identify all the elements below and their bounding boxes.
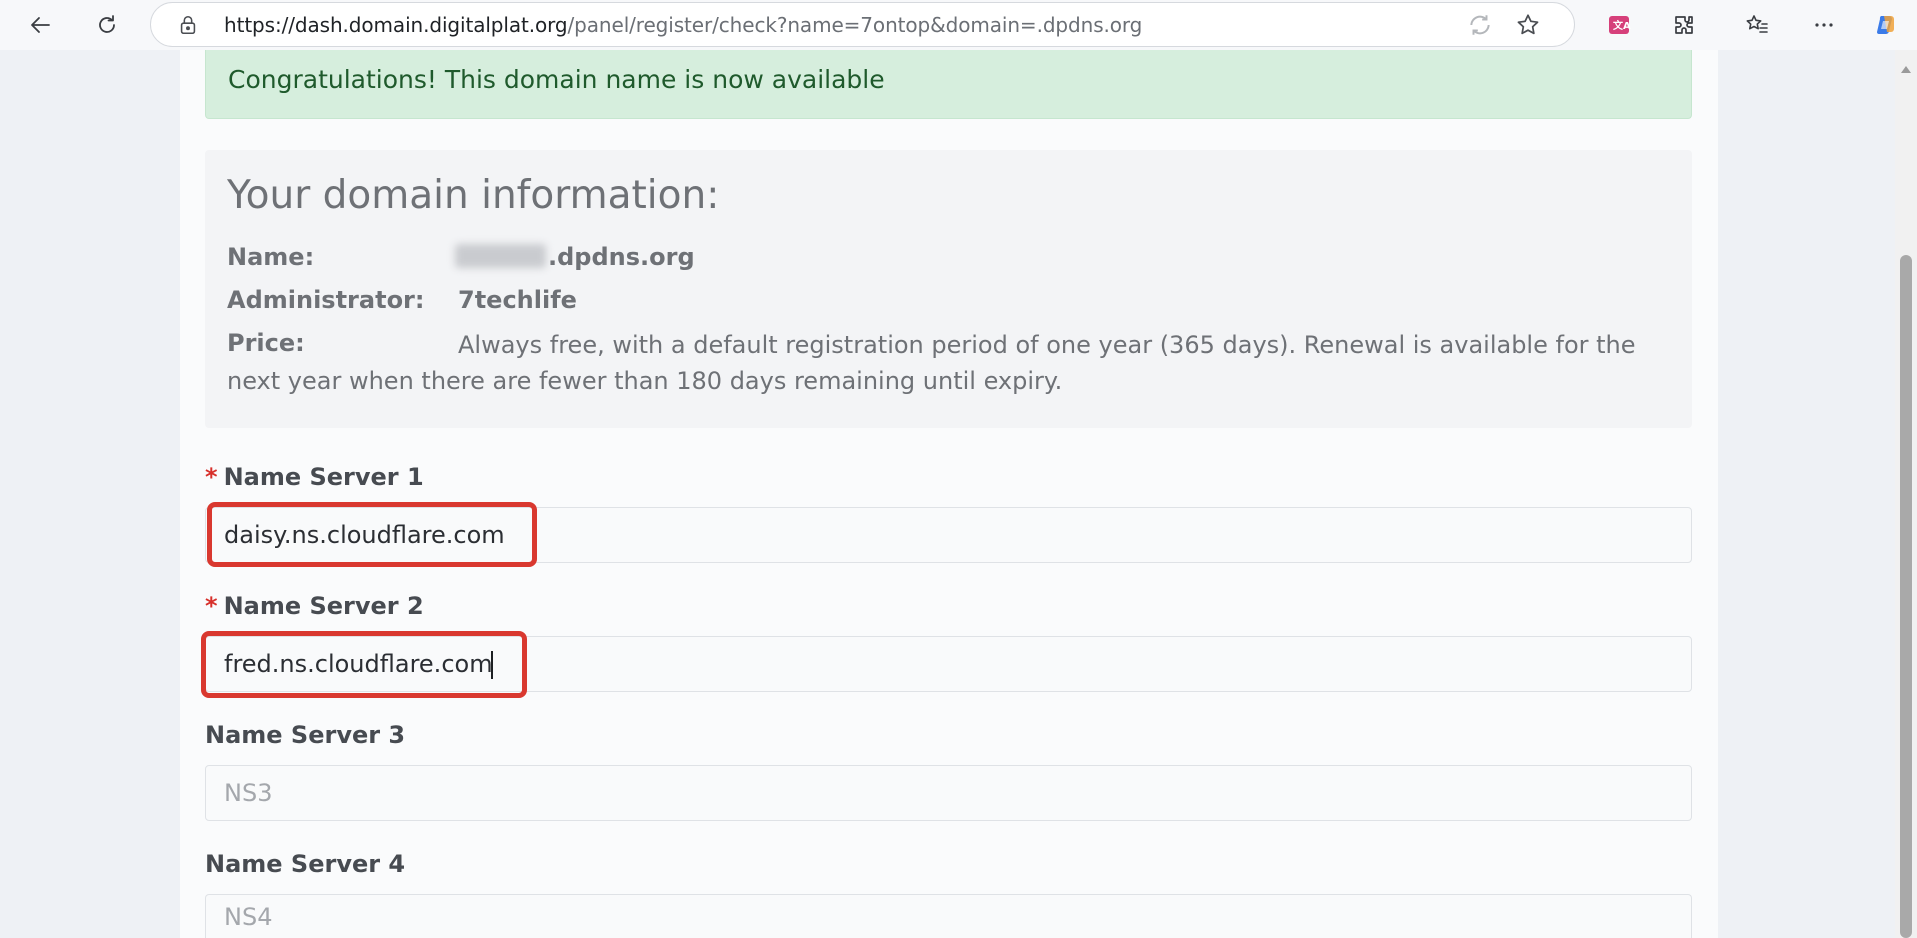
address-bar[interactable]: https://dash.domain.digitalplat.org/pane… xyxy=(150,2,1575,47)
copilot-icon[interactable] xyxy=(1867,6,1905,44)
domain-info-box: Your domain information: Name: .dpdns.or… xyxy=(205,150,1692,428)
translate-icon[interactable]: 文A xyxy=(1600,6,1638,44)
administrator-value: 7techlife xyxy=(458,286,577,314)
ns4-label: Name Server 4 xyxy=(205,850,406,878)
domain-suffix: .dpdns.org xyxy=(548,243,695,271)
required-mark: * xyxy=(205,463,218,491)
blurred-name xyxy=(455,244,546,268)
success-message: Congratulations! This domain name is now… xyxy=(228,65,885,94)
administrator-label: Administrator: xyxy=(227,286,425,314)
scrollbar-thumb[interactable] xyxy=(1900,255,1912,938)
ns2-input[interactable] xyxy=(205,636,1692,692)
text-caret xyxy=(491,651,493,679)
name-label: Name: xyxy=(227,243,315,271)
ns2-label: * Name Server 2 xyxy=(205,592,424,620)
browser-toolbar: https://dash.domain.digitalplat.org/pane… xyxy=(0,0,1917,50)
ns4-input[interactable] xyxy=(205,894,1692,938)
ns1-label: * Name Server 1 xyxy=(205,463,424,491)
scroll-up-arrow-icon[interactable] xyxy=(1901,66,1911,73)
domain-info-title: Your domain information: xyxy=(227,173,720,218)
ns1-label-text: Name Server 1 xyxy=(223,463,424,491)
required-mark: * xyxy=(205,592,218,620)
svg-text:文A: 文A xyxy=(1613,19,1631,32)
page-scrollbar[interactable] xyxy=(1895,50,1917,938)
success-alert: Congratulations! This domain name is now… xyxy=(205,50,1692,119)
tracking-prevention-icon[interactable] xyxy=(1467,12,1493,38)
refresh-icon[interactable] xyxy=(88,6,126,44)
lock-icon[interactable] xyxy=(177,14,199,36)
ns3-label: Name Server 3 xyxy=(205,721,406,749)
url-path: /panel/register/check?name=7ontop&domain… xyxy=(567,13,1143,37)
more-icon[interactable] xyxy=(1805,6,1843,44)
price-value: Always free, with a default registration… xyxy=(227,331,1636,395)
domain-name-value: .dpdns.org xyxy=(455,243,695,271)
ns1-input[interactable] xyxy=(205,507,1692,563)
url-text[interactable]: https://dash.domain.digitalplat.org/pane… xyxy=(224,13,1142,37)
favorites-list-icon[interactable] xyxy=(1738,6,1776,44)
favorite-star-icon[interactable] xyxy=(1515,12,1541,38)
ns3-input[interactable] xyxy=(205,765,1692,821)
extensions-icon[interactable] xyxy=(1665,6,1703,44)
url-host: https://dash.domain.digitalplat.org xyxy=(224,13,568,37)
ns2-label-text: Name Server 2 xyxy=(223,592,424,620)
back-icon[interactable] xyxy=(22,6,60,44)
